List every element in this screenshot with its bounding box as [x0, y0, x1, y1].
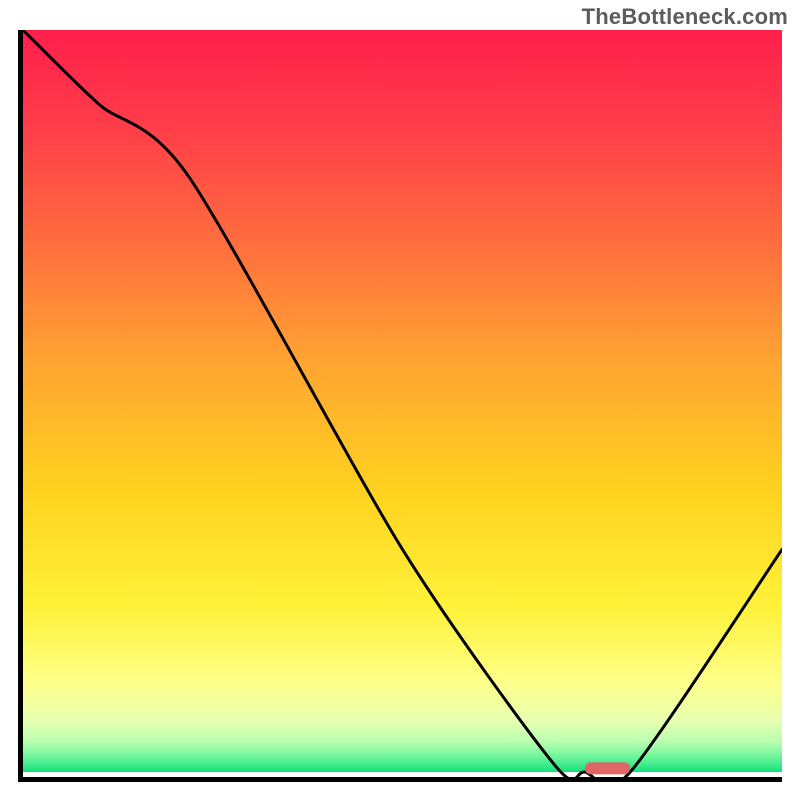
plot-area	[18, 30, 782, 782]
watermark-text: TheBottleneck.com	[582, 4, 788, 30]
gradient-background	[23, 30, 782, 772]
optimal-marker	[585, 762, 631, 774]
chart-container: TheBottleneck.com	[0, 0, 800, 800]
chart-svg	[23, 30, 782, 777]
